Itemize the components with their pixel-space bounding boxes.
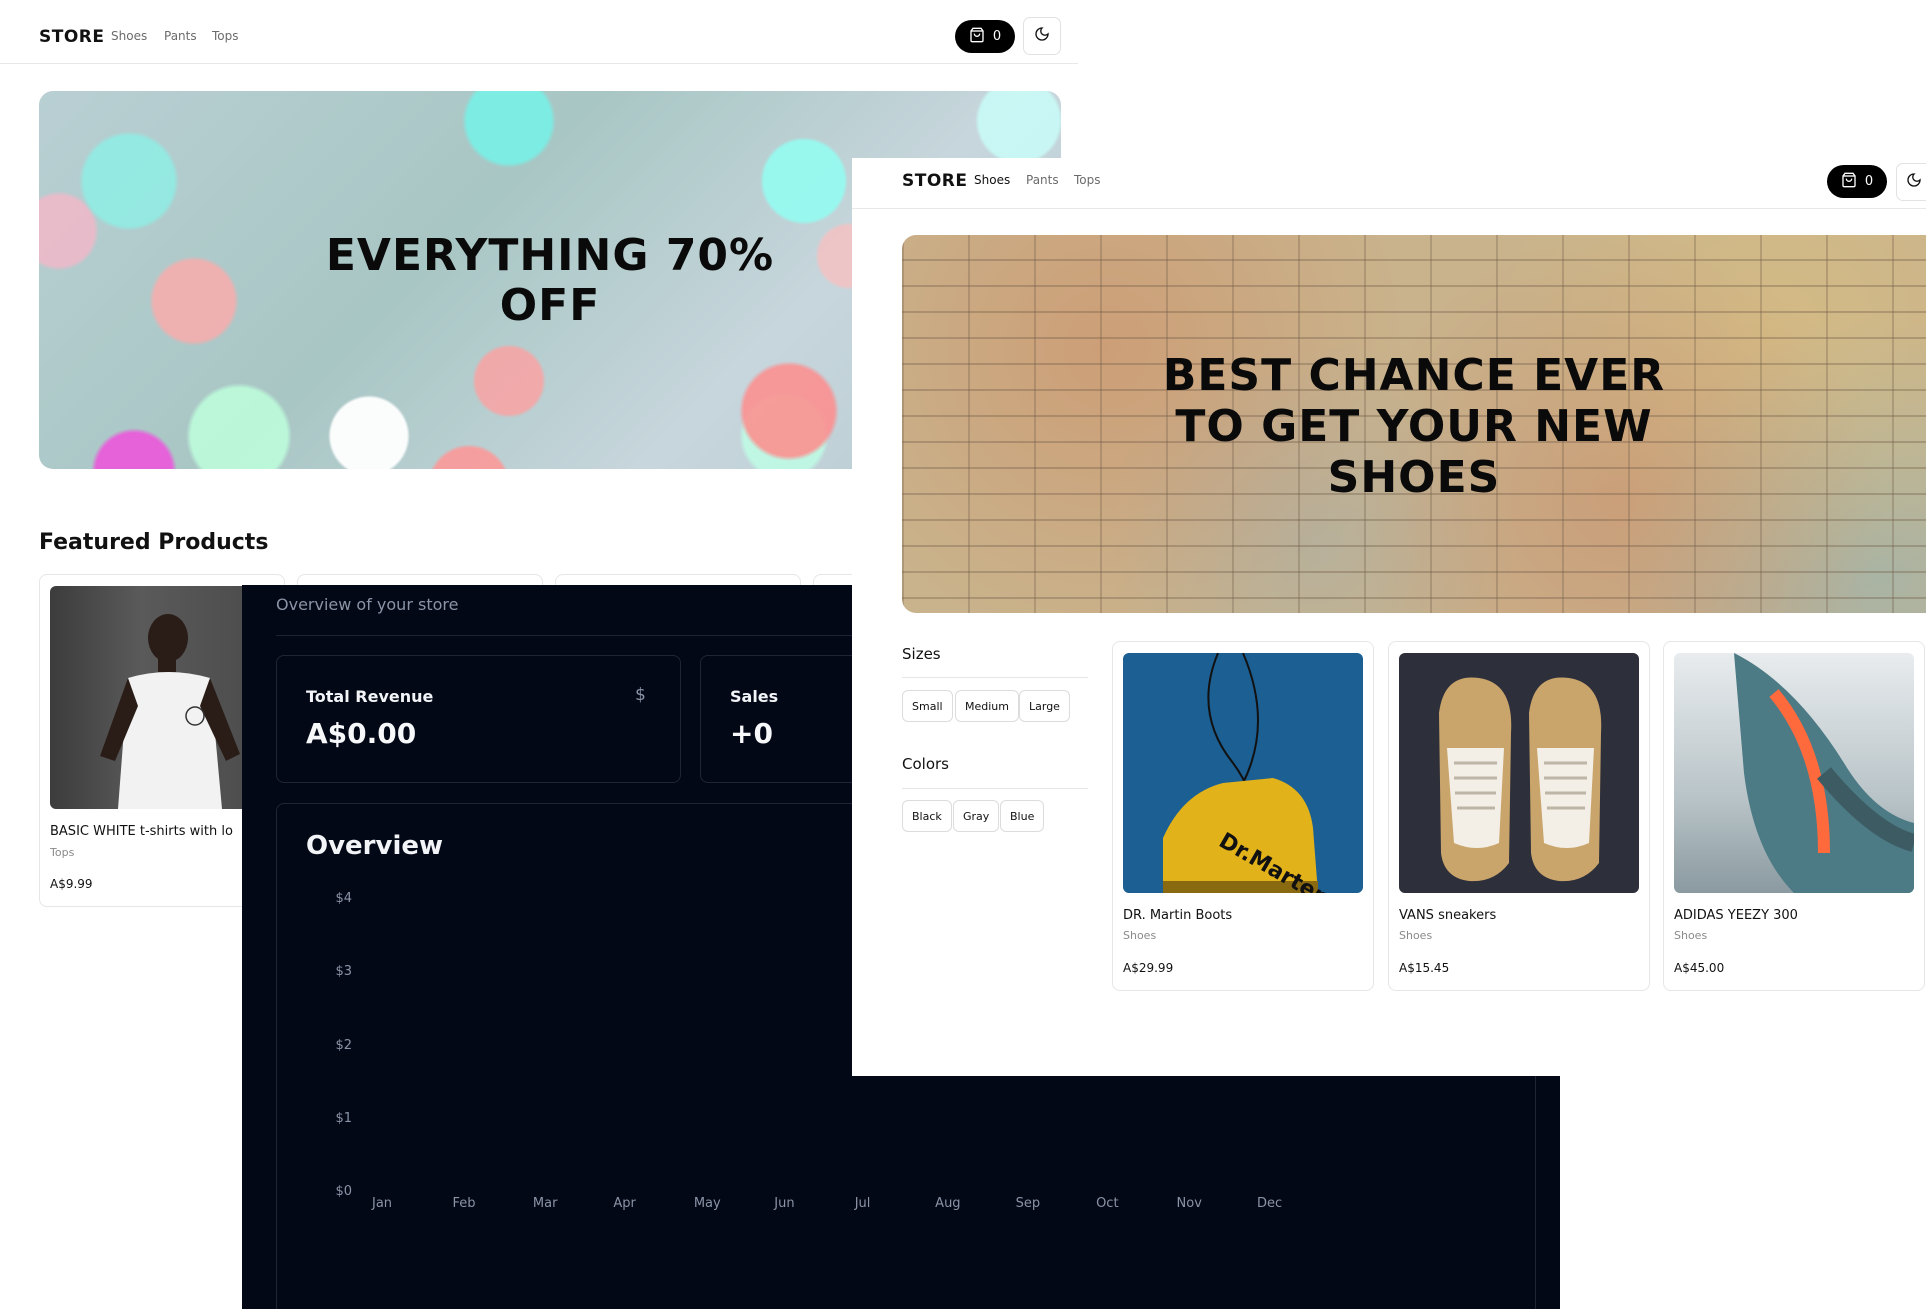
product-category: Shoes — [1123, 929, 1157, 942]
moon-icon — [1034, 26, 1050, 46]
product-category: Shoes — [1674, 929, 1708, 942]
nav-link-tops[interactable]: Tops — [1074, 173, 1101, 187]
y-tick-label: $4 — [335, 891, 352, 906]
x-tick-label: May — [693, 1196, 721, 1211]
product-category: Tops — [50, 846, 75, 859]
x-tick-label: Dec — [1257, 1196, 1283, 1211]
product-image — [1674, 653, 1914, 893]
product-card[interactable]: ADIDAS YEEZY 300 Shoes A$45.00 — [1663, 641, 1925, 991]
total-revenue-label: Total Revenue — [306, 687, 434, 706]
size-filter-large[interactable]: Large — [1019, 690, 1070, 722]
color-filter-blue[interactable]: Blue — [1000, 800, 1045, 832]
cart-count: 0 — [992, 29, 1002, 44]
shoes-page-window: STORE Shoes Pants Tops 0 BEST CHANCE EVE… — [852, 158, 1926, 1076]
product-price: A$15.45 — [1399, 961, 1450, 975]
color-filter-black[interactable]: Black — [902, 800, 952, 832]
x-tick-label: Oct — [1096, 1196, 1119, 1211]
nav-link-shoes[interactable]: Shoes — [974, 173, 1010, 187]
hero-title-line-2: TO GET YOUR NEW — [1175, 401, 1653, 452]
hero-title-line-3: SHOES — [1327, 452, 1501, 503]
x-tick-label: Apr — [613, 1196, 636, 1211]
y-tick-label: $2 — [335, 1037, 352, 1053]
nav-divider — [0, 63, 1078, 64]
product-category: Shoes — [1399, 929, 1433, 942]
store-logo[interactable]: STORE — [902, 171, 968, 191]
hero-title: BEST CHANCE EVER TO GET YOUR NEW SHOES — [902, 350, 1926, 503]
shopping-bag-icon — [1841, 172, 1857, 192]
hero-title-line-1: BEST CHANCE EVER — [1162, 350, 1666, 401]
product-price: A$9.99 — [50, 877, 93, 891]
shopping-bag-icon — [969, 27, 985, 47]
cart-button[interactable]: 0 — [1827, 165, 1887, 198]
cart-button[interactable]: 0 — [955, 20, 1015, 53]
product-card[interactable]: Dr.Marten DR. Martin Boots Shoes A$29.99 — [1112, 641, 1374, 991]
x-tick-label: Jun — [774, 1196, 795, 1211]
y-tick-label: $3 — [335, 964, 352, 980]
product-price: A$29.99 — [1123, 961, 1174, 975]
moon-icon — [1906, 172, 1922, 192]
color-filter-gray[interactable]: Gray — [953, 800, 1000, 832]
x-tick-label: Sep — [1015, 1196, 1041, 1211]
nav-divider — [852, 208, 1926, 209]
y-tick-label: $0 — [335, 1184, 352, 1199]
theme-toggle-button[interactable] — [1023, 17, 1061, 55]
product-image: Dr.Marten — [1123, 653, 1363, 893]
x-tick-label: Mar — [532, 1196, 558, 1211]
nav-link-tops[interactable]: Tops — [212, 29, 239, 43]
total-revenue-card: Total Revenue $ A$0.00 — [276, 655, 681, 783]
size-filter-small[interactable]: Small — [902, 690, 953, 722]
product-name: DR. Martin Boots — [1123, 908, 1233, 923]
x-tick-label: Jan — [372, 1196, 393, 1211]
x-tick-label: Feb — [452, 1196, 476, 1211]
x-tick-label: Nov — [1176, 1196, 1202, 1211]
y-tick-label: $1 — [335, 1110, 352, 1126]
x-tick-label: Jul — [854, 1196, 871, 1211]
featured-products-heading: Featured Products — [39, 530, 269, 555]
colors-heading: Colors — [902, 755, 949, 773]
nav-link-pants[interactable]: Pants — [164, 29, 197, 43]
x-tick-label: Aug — [935, 1196, 961, 1211]
sales-value: +0 — [730, 717, 773, 750]
store-logo[interactable]: STORE — [39, 27, 105, 47]
size-filter-medium[interactable]: Medium — [955, 690, 1019, 722]
theme-toggle-button[interactable] — [1896, 163, 1926, 201]
sales-label: Sales — [730, 687, 779, 706]
sizes-heading: Sizes — [902, 645, 941, 663]
product-image — [1399, 653, 1639, 893]
colors-divider — [902, 788, 1088, 789]
product-card[interactable]: VANS sneakers Shoes A$15.45 — [1388, 641, 1650, 991]
sizes-divider — [902, 677, 1088, 678]
product-name: ADIDAS YEEZY 300 — [1674, 908, 1798, 923]
nav-link-shoes[interactable]: Shoes — [111, 29, 147, 43]
total-revenue-value: A$0.00 — [306, 717, 417, 750]
cart-count: 0 — [1864, 174, 1874, 189]
dashboard-subtitle: Overview of your store — [276, 595, 459, 614]
product-price: A$45.00 — [1674, 961, 1725, 975]
nav-link-pants[interactable]: Pants — [1026, 173, 1059, 187]
product-name: VANS sneakers — [1399, 908, 1497, 923]
dollar-icon: $ — [635, 685, 646, 705]
hero-banner: BEST CHANCE EVER TO GET YOUR NEW SHOES — [902, 235, 1926, 613]
